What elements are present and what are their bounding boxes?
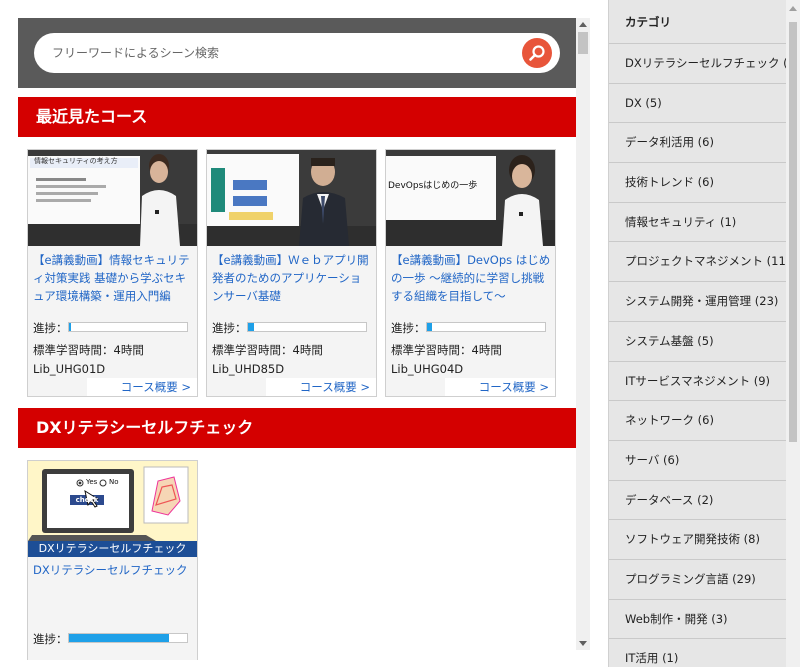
progress-fill bbox=[69, 323, 72, 331]
yes-option-label: Yes bbox=[86, 478, 98, 486]
sidebar-item-system-infra[interactable]: システム基盤 (5) bbox=[609, 322, 786, 362]
dx-selfcheck-header: DXリテラシーセルフチェック bbox=[18, 408, 576, 448]
course-card[interactable]: 情報セキュリティの考え方 【e講義動画】情報セキュリティ対策実践 基礎から学ぶセ… bbox=[27, 149, 198, 397]
category-sidebar: カテゴリ DXリテラシーセルフチェック (1) DX (5) データ利活用 (6… bbox=[608, 0, 786, 667]
course-overview-link[interactable]: コース概要 > bbox=[87, 378, 197, 396]
study-time: 標準学習時間：4時間 bbox=[212, 343, 323, 357]
progress-label: 進捗： bbox=[33, 321, 68, 335]
no-option-label: No bbox=[109, 478, 119, 486]
sidebar-item-tech-trend[interactable]: 技術トレンド (6) bbox=[609, 163, 786, 203]
progress-bar bbox=[68, 322, 188, 332]
sidebar-item-database[interactable]: データベース (2) bbox=[609, 481, 786, 521]
slide-caption: DevOpsはじめの一歩 bbox=[388, 181, 478, 191]
dx-selfcheck-list: Yes No check DXリテラシーセルフチェック DXリテラシーセルフチェ… bbox=[18, 448, 576, 660]
sidebar-item-system-dev-ops[interactable]: システム開発・運用管理 (23) bbox=[609, 282, 786, 322]
category-title: カテゴリ bbox=[609, 0, 786, 44]
course-overview-link[interactable]: コース概要 > bbox=[445, 378, 555, 396]
dx-thumbnail: Yes No check bbox=[28, 461, 197, 541]
course-card[interactable]: DevOpsはじめの一歩 【e講義動画】DevOps はじめの一歩 ～継続的に学… bbox=[385, 149, 556, 397]
course-thumbnail bbox=[207, 150, 376, 246]
progress-fill bbox=[427, 323, 432, 331]
check-button-image: check bbox=[75, 496, 99, 504]
dx-title-link[interactable]: DXリテラシーセルフチェック bbox=[33, 561, 193, 579]
sidebar-scrollbar[interactable] bbox=[786, 0, 800, 667]
progress-bar bbox=[426, 322, 546, 332]
sidebar-item-network[interactable]: ネットワーク (6) bbox=[609, 401, 786, 441]
sidebar-item-dx-selfcheck[interactable]: DXリテラシーセルフチェック (1) bbox=[609, 44, 786, 84]
course-title-link[interactable]: 【e講義動画】DevOps はじめの一歩 ～継続的に学習し挑戦する組織を目指して… bbox=[391, 251, 551, 305]
main-scrollbar[interactable] bbox=[576, 18, 590, 650]
course-code: Lib_UHD85D bbox=[212, 362, 285, 376]
course-thumbnail: DevOpsはじめの一歩 bbox=[386, 150, 555, 246]
sidebar-item-info-security[interactable]: 情報セキュリティ (1) bbox=[609, 203, 786, 243]
course-title-link[interactable]: 【e講義動画】情報セキュリティ対策実践 基礎から学ぶセキュア環境構築・運用入門編 bbox=[33, 251, 193, 305]
sidebar-item-dx[interactable]: DX (5) bbox=[609, 84, 786, 124]
scrollbar-thumb[interactable] bbox=[578, 32, 588, 54]
study-time: 標準学習時間：4時間 bbox=[33, 343, 144, 357]
search-band bbox=[18, 18, 576, 88]
search-icon bbox=[529, 45, 545, 61]
search-input[interactable] bbox=[52, 33, 512, 73]
sidebar-item-data-utilization[interactable]: データ利活用 (6) bbox=[609, 123, 786, 164]
arrow-down-icon[interactable] bbox=[579, 641, 587, 646]
sidebar-item-it-service-mgmt[interactable]: ITサービスマネジメント (9) bbox=[609, 362, 786, 402]
progress-bar bbox=[68, 633, 188, 643]
sidebar-item-it-usage[interactable]: IT活用 (1) bbox=[609, 639, 786, 667]
progress-fill bbox=[248, 323, 254, 331]
course-thumbnail: 情報セキュリティの考え方 bbox=[28, 150, 197, 246]
recent-courses-list: 情報セキュリティの考え方 【e講義動画】情報セキュリティ対策実践 基礎から学ぶセ… bbox=[18, 137, 576, 407]
dx-selfcheck-card[interactable]: Yes No check DXリテラシーセルフチェック DXリテラシーセルフチェ… bbox=[27, 460, 198, 660]
sidebar-item-software-dev[interactable]: ソフトウェア開発技術 (8) bbox=[609, 520, 786, 560]
sidebar-item-project-management[interactable]: プロジェクトマネジメント (11) bbox=[609, 242, 786, 283]
search-button[interactable] bbox=[522, 38, 552, 68]
sidebar-item-web-dev[interactable]: Web制作・開発 (3) bbox=[609, 600, 786, 640]
course-card[interactable]: 【e講義動画】Ｗｅｂアプリ開発者のためのアプリケーションサーバ基礎 進捗： 標準… bbox=[206, 149, 377, 397]
course-code: Lib_UHG01D bbox=[33, 362, 106, 376]
progress-label: 進捗： bbox=[391, 321, 426, 335]
course-code: Lib_UHG04D bbox=[391, 362, 464, 376]
sidebar-item-server[interactable]: サーバ (6) bbox=[609, 441, 786, 481]
recent-courses-header: 最近見たコース bbox=[18, 97, 576, 137]
main-pane: 最近見たコース bbox=[0, 0, 590, 667]
arrow-up-icon[interactable] bbox=[579, 22, 587, 27]
course-overview-link[interactable]: コース概要 > bbox=[266, 378, 376, 396]
app-root: 最近見たコース bbox=[0, 0, 800, 667]
arrow-up-icon[interactable] bbox=[789, 6, 797, 11]
study-time: 標準学習時間：4時間 bbox=[391, 343, 502, 357]
progress-bar bbox=[247, 322, 367, 332]
scrollbar-thumb[interactable] bbox=[789, 22, 797, 442]
progress-label: 進捗： bbox=[33, 632, 68, 646]
progress-fill bbox=[69, 634, 170, 642]
progress-label: 進捗： bbox=[212, 321, 247, 335]
dx-banner: DXリテラシーセルフチェック bbox=[28, 541, 197, 557]
sidebar-item-programming-lang[interactable]: プログラミング言語 (29) bbox=[609, 560, 786, 600]
course-title-link[interactable]: 【e講義動画】Ｗｅｂアプリ開発者のためのアプリケーションサーバ基礎 bbox=[212, 251, 372, 305]
search-box bbox=[34, 33, 560, 73]
slide-caption: 情報セキュリティの考え方 bbox=[34, 157, 118, 165]
